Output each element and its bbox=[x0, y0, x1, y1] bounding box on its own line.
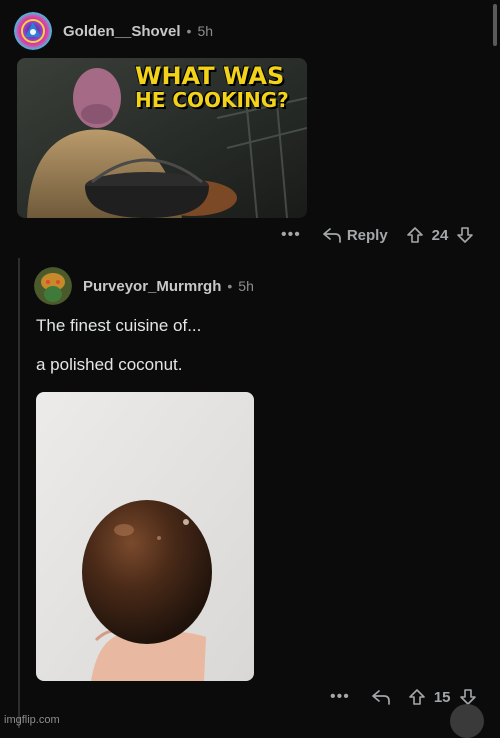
meme-image[interactable]: WHAT WAS HE COOKING? bbox=[17, 58, 307, 218]
thread-line[interactable] bbox=[18, 258, 20, 728]
coconut-photo[interactable] bbox=[36, 392, 254, 681]
reply-action-bar: ••• 15 bbox=[330, 688, 477, 706]
meme-caption: WHAT WAS HE COOKING? bbox=[135, 64, 289, 112]
comment-body-line: a polished coconut. bbox=[36, 355, 183, 374]
upvote-icon[interactable] bbox=[406, 226, 424, 244]
downvote-icon[interactable] bbox=[456, 226, 474, 244]
avatar[interactable] bbox=[14, 12, 52, 50]
separator-dot: • bbox=[186, 23, 192, 39]
upvote-icon[interactable] bbox=[408, 688, 426, 706]
comment-header: Golden__Shovel • 5h bbox=[14, 12, 213, 50]
vote-count: 15 bbox=[433, 688, 451, 706]
reply-icon bbox=[371, 690, 390, 705]
scrollbar[interactable] bbox=[493, 4, 497, 46]
avatar[interactable] bbox=[34, 267, 72, 305]
comment-action-bar: ••• Reply 24 bbox=[281, 226, 474, 244]
comment-body-line: The finest cuisine of... bbox=[36, 316, 202, 335]
reply-icon bbox=[322, 228, 341, 243]
vote-control: 24 bbox=[406, 226, 475, 244]
reply-button[interactable]: Reply bbox=[322, 226, 388, 244]
username[interactable]: Golden__Shovel bbox=[63, 23, 181, 40]
reply-label: Reply bbox=[346, 226, 388, 244]
reply-button[interactable] bbox=[371, 689, 390, 705]
username[interactable]: Purveyor_Murmrgh bbox=[83, 278, 221, 295]
reply-comment-header: Purveyor_Murmrgh • 5h bbox=[34, 267, 254, 305]
timestamp: 5h bbox=[197, 23, 214, 39]
meme-caption-line-1: WHAT WAS bbox=[135, 62, 285, 90]
floating-button[interactable] bbox=[450, 704, 484, 738]
more-options-icon[interactable]: ••• bbox=[281, 226, 301, 244]
watermark: imgflip.com bbox=[4, 714, 60, 726]
meme-caption-line-2: HE COOKING? bbox=[135, 88, 289, 112]
vote-count: 24 bbox=[431, 226, 449, 244]
more-options-icon[interactable]: ••• bbox=[330, 688, 350, 706]
separator-dot: • bbox=[227, 278, 233, 294]
timestamp: 5h bbox=[238, 278, 254, 294]
